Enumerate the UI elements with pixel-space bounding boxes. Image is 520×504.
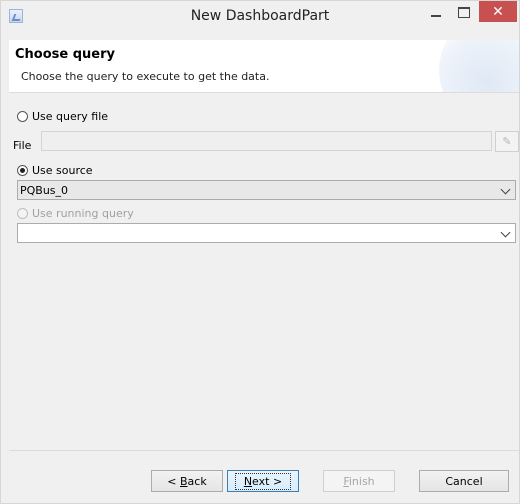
finish-button: Finish bbox=[323, 470, 395, 492]
close-icon: ✕ bbox=[492, 3, 504, 20]
source-select[interactable]: PQBus_0 bbox=[17, 180, 516, 200]
next-button[interactable]: Next > bbox=[227, 470, 299, 492]
wizard-header: Choose query Choose the query to execute… bbox=[9, 40, 519, 93]
use-source-radio[interactable] bbox=[17, 165, 28, 176]
page-description: Choose the query to execute to get the d… bbox=[21, 70, 270, 83]
minimize-icon bbox=[431, 15, 441, 17]
use-running-query-label: Use running query bbox=[32, 207, 134, 220]
wizard-content: Use query file File ✎ Use source PQBus_0… bbox=[9, 93, 519, 450]
back-button-label: < Back bbox=[167, 474, 207, 488]
use-source-option[interactable]: Use source bbox=[17, 164, 93, 177]
file-label: File bbox=[13, 139, 32, 152]
maximize-button[interactable] bbox=[451, 1, 477, 23]
header-decoration bbox=[439, 40, 519, 92]
next-button-label: Next > bbox=[234, 472, 292, 490]
use-running-query-option: Use running query bbox=[17, 207, 134, 220]
use-query-file-option[interactable]: Use query file bbox=[17, 110, 108, 123]
cancel-button[interactable]: Cancel bbox=[419, 470, 509, 492]
use-source-label: Use source bbox=[32, 164, 93, 177]
cancel-button-label: Cancel bbox=[445, 474, 483, 488]
wizard-window: New DashboardPart ✕ Choose query Choose … bbox=[0, 0, 520, 504]
chevron-down-icon bbox=[500, 227, 511, 238]
finish-button-label: Finish bbox=[343, 474, 375, 488]
running-query-select[interactable] bbox=[17, 223, 516, 243]
close-button[interactable]: ✕ bbox=[479, 1, 517, 22]
source-select-value: PQBus_0 bbox=[20, 184, 69, 197]
file-path-input bbox=[41, 131, 492, 151]
page-title: Choose query bbox=[15, 47, 116, 62]
use-running-query-radio bbox=[17, 208, 28, 219]
chevron-down-icon bbox=[500, 184, 511, 195]
footer-divider bbox=[9, 450, 519, 451]
minimize-button[interactable] bbox=[423, 1, 449, 23]
browse-icon: ✎ bbox=[502, 135, 512, 148]
use-query-file-radio[interactable] bbox=[17, 111, 28, 122]
title-bar[interactable]: New DashboardPart ✕ bbox=[1, 1, 519, 32]
use-query-file-label: Use query file bbox=[32, 110, 109, 123]
maximize-icon bbox=[458, 6, 470, 18]
browse-file-button: ✎ bbox=[495, 131, 519, 152]
back-button[interactable]: < Back bbox=[151, 470, 223, 492]
